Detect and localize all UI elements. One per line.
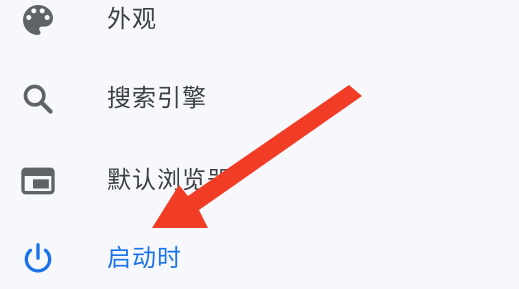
menu-item-default-browser-label: 默认浏览器 (107, 166, 232, 194)
menu-item-default-browser[interactable]: 默认浏览器 (0, 151, 519, 211)
menu-item-search-engine[interactable]: 搜索引擎 (0, 69, 519, 129)
palette-icon (18, 0, 58, 40)
settings-menu: 外观 搜索引擎 默认浏览器 启动时 (0, 0, 519, 281)
menu-item-search-engine-label: 搜索引擎 (107, 84, 207, 112)
menu-item-on-startup-label: 启动时 (107, 244, 182, 272)
search-icon (18, 79, 58, 119)
menu-item-appearance[interactable]: 外观 (0, 0, 519, 50)
menu-item-appearance-label: 外观 (107, 5, 157, 33)
menu-item-on-startup[interactable]: 启动时 (0, 229, 519, 289)
power-icon (18, 239, 58, 279)
browser-window-icon (18, 161, 58, 201)
